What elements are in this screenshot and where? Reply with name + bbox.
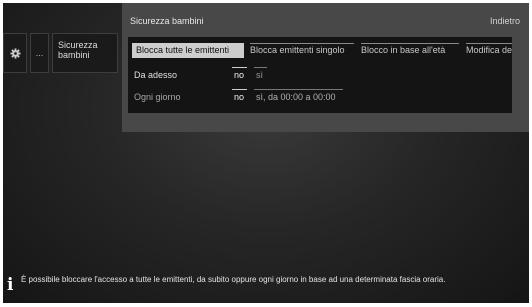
child-lock-panel: Sicurezza bambini Indietro Blocca tutte …	[122, 3, 529, 132]
panel-title: Sicurezza bambini	[130, 16, 204, 26]
row-now-yes-option[interactable]: sì	[256, 70, 263, 80]
tab-block-by-age[interactable]: Blocco in base all'età	[361, 43, 459, 58]
sidebar-item-child-lock[interactable]: Sicurezza bambini	[52, 33, 118, 73]
settings-menu-item[interactable]	[3, 33, 27, 73]
row-now-no-option[interactable]: no	[234, 70, 244, 80]
more-label: ...	[35, 48, 44, 58]
tab-modify[interactable]: Modifica del	[466, 43, 512, 58]
row-day-yes-line	[254, 89, 343, 90]
sidebar-item-label: Sicurezza bambini	[58, 40, 98, 60]
more-menu-item[interactable]: ...	[30, 33, 49, 73]
row-label-every-day: Ogni giorno	[134, 92, 181, 102]
gear-icon	[9, 47, 21, 59]
row-label-now: Da adesso	[134, 70, 178, 80]
info-text: È possibile bloccare l'accesso a tutte l…	[21, 275, 446, 284]
row-day-no-option[interactable]: no	[234, 92, 244, 102]
row-now-yes-line	[254, 67, 267, 68]
back-button[interactable]: Indietro	[490, 16, 520, 26]
info-icon: i	[7, 275, 14, 295]
tab-block-all[interactable]: Blocca tutte le emittenti	[132, 43, 244, 58]
row-day-selected-line	[232, 89, 247, 90]
row-day-yes-option[interactable]: sì, da 00:00 a 00:00	[256, 92, 336, 102]
tab-block-single[interactable]: Blocca emittenti singolo	[250, 43, 354, 58]
options-box: Blocca tutte le emittenti Blocca emitten…	[128, 37, 512, 113]
row-now-selected-line	[232, 67, 247, 68]
tv-screen: ... Sicurezza bambini Sicurezza bambini …	[3, 3, 529, 303]
